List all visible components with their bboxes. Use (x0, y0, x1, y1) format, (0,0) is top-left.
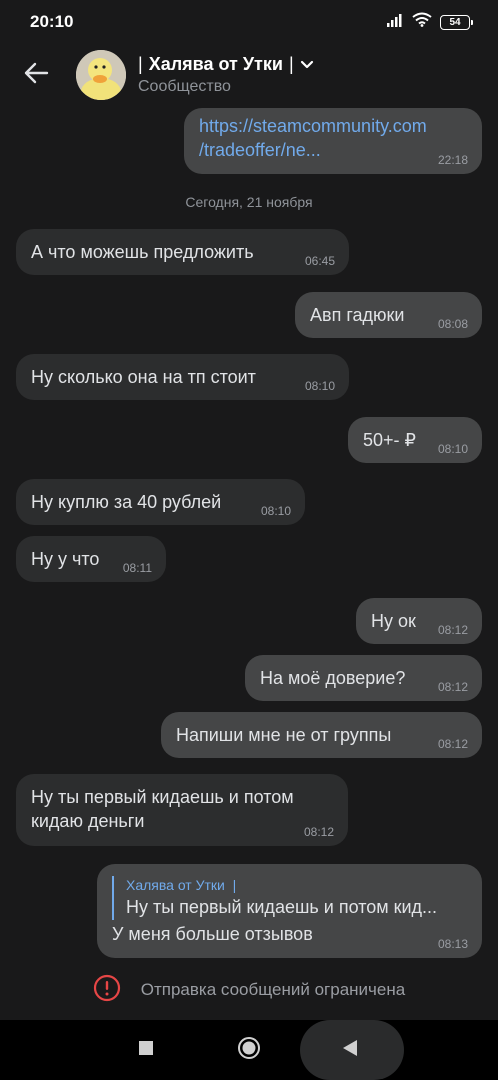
message-text: Ну куплю за 40 рублей (31, 492, 222, 512)
status-icons: 54 (386, 12, 473, 32)
message-time: 06:45 (304, 254, 335, 268)
message-bubble[interactable]: Ну ты первый кидаешь и потом кидаю деньг… (16, 774, 348, 846)
recents-button[interactable] (126, 1030, 166, 1070)
chevron-down-icon[interactable] (300, 54, 314, 75)
reply-quote[interactable]: Халява от Утки | Ну ты первый кидаешь и … (112, 876, 482, 920)
message-text-line1: Ну ты первый кидаешь и потом (31, 787, 294, 807)
message-bubble-link[interactable]: https://steamcommunity.com /tradeoffer/n… (184, 108, 482, 174)
message-link-line1[interactable]: https://steamcommunity.com (199, 114, 482, 138)
chat-subtitle: Сообщество (138, 78, 231, 95)
message-time: 08:11 (122, 561, 152, 575)
message-bubble[interactable]: Ну сколько она на тп стоит 08:10 (16, 354, 349, 400)
wifi-icon (412, 12, 432, 32)
message-bubble[interactable]: Ну куплю за 40 рублей 08:10 (16, 479, 305, 525)
reply-author-row: Халява от Утки | (126, 876, 482, 894)
message-time: 08:08 (437, 317, 468, 331)
message-bubble[interactable]: А что можешь предложить 06:45 (16, 229, 349, 275)
message-time: 08:10 (260, 504, 291, 518)
message-time: 08:12 (437, 680, 468, 694)
message-text: Авп гадюки (310, 305, 405, 325)
message-bubble-reply[interactable]: Халява от Утки | Ну ты первый кидаешь и … (97, 864, 482, 958)
message-bubble[interactable]: 50+- ₽ 08:10 (348, 417, 482, 463)
arrow-left-icon (23, 62, 49, 89)
message-bubble[interactable]: На моё доверие? 08:12 (245, 655, 482, 701)
message-list[interactable]: https://steamcommunity.com /tradeoffer/n… (0, 106, 498, 960)
triangle-left-icon (342, 1039, 358, 1062)
message-text-line2: кидаю деньги (31, 811, 145, 831)
home-button[interactable] (229, 1030, 269, 1070)
chat-title-row[interactable]: | Халява от Утки | (138, 54, 314, 75)
message-text: 50+- ₽ (363, 430, 416, 450)
avatar[interactable] (76, 50, 126, 100)
message-time: 22:18 (437, 153, 468, 167)
system-navigation-bar (0, 1020, 498, 1080)
battery-icon: 54 (440, 14, 473, 30)
back-nav-button[interactable] (330, 1030, 370, 1070)
status-time: 20:10 (30, 12, 74, 31)
message-bubble[interactable]: Ну ок 08:12 (356, 598, 482, 644)
messaging-restricted-banner: Отправка сообщений ограничена (0, 960, 498, 1020)
chat-header: | Халява от Утки | Сообщество (0, 44, 498, 106)
message-time: 08:10 (304, 379, 335, 393)
title-divider: | (138, 54, 143, 74)
reply-quote-text: Ну ты первый кидаешь и потом кид... (126, 897, 438, 917)
reply-author-divider: | (228, 877, 237, 893)
circle-icon (237, 1036, 261, 1065)
duck-avatar-image (76, 50, 126, 100)
message-text: Ну сколько она на тп стоит (31, 367, 256, 387)
message-text: У меня больше отзывов (112, 924, 313, 944)
message-text: Ну ок (371, 611, 416, 631)
chat-title: Халява от Утки (148, 54, 283, 74)
message-text: Ну у что (31, 549, 100, 569)
warning-circle-icon (93, 974, 121, 1007)
message-time: 08:10 (437, 442, 468, 456)
square-icon (139, 1040, 153, 1060)
message-text: Напиши мне не от группы (176, 725, 392, 745)
message-bubble[interactable]: Авп гадюки 08:08 (295, 292, 482, 338)
title-divider: | (288, 54, 294, 74)
message-text: На моё доверие? (260, 668, 406, 688)
signal-icon (386, 13, 404, 32)
message-bubble[interactable]: Ну у что 08:11 (16, 536, 166, 582)
message-time: 08:12 (437, 737, 468, 751)
message-bubble[interactable]: Напиши мне не от группы 08:12 (161, 712, 482, 758)
message-time: 08:12 (437, 623, 468, 637)
reply-author: Халява от Утки (126, 877, 225, 893)
message-time: 08:12 (303, 825, 334, 839)
status-bar: 20:10 54 (0, 0, 498, 44)
back-button[interactable] (0, 44, 72, 106)
header-text[interactable]: | Халява от Утки | Сообщество (138, 54, 314, 96)
restricted-text: Отправка сообщений ограничена (140, 980, 406, 999)
date-separator: Сегодня, 21 ноября (185, 194, 313, 210)
message-text: А что можешь предложить (31, 242, 254, 262)
message-time: 08:13 (437, 937, 468, 951)
